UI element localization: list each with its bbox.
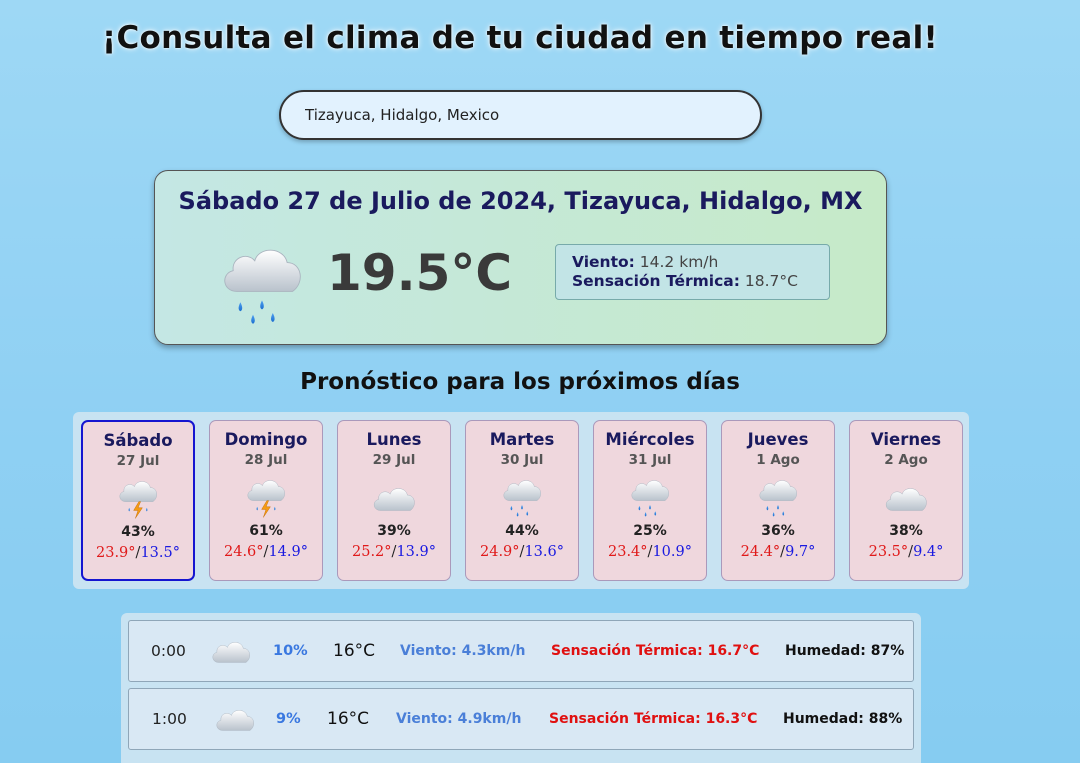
forecast-day-precip: 36%	[761, 523, 795, 539]
hour-humidity: Humedad: 87%	[785, 643, 905, 659]
cloud-icon	[209, 636, 253, 666]
rain-cloud-icon	[217, 241, 307, 331]
forecast-day-temps: 23.5°/9.4°	[868, 544, 944, 560]
rain-cloud-icon	[626, 476, 674, 520]
forecast-day-precip: 43%	[121, 524, 155, 540]
forecast-day-precip: 61%	[249, 523, 283, 539]
hourly-row: 0:00 10% 16°C Viento: 4.3km/h Sensación Térm…	[128, 620, 914, 682]
forecast-day-temps: 23.4°/10.9°	[608, 544, 692, 560]
forecast-day-max: 24.6°	[224, 544, 264, 560]
forecast-day-temps: 24.4°/9.7°	[740, 544, 816, 560]
forecast-day-date: 2 Ago	[884, 452, 928, 468]
forecast-day-precip: 39%	[377, 523, 411, 539]
wind-value: 14.2 km/h	[639, 253, 719, 271]
forecast-day-card[interactable]: Sábado 27 Jul 43% 23.9°/13.5°	[81, 420, 195, 581]
forecast-day-precip: 38%	[889, 523, 923, 539]
feels-like-label: Sensación Térmica:	[572, 272, 740, 290]
forecast-day-precip: 44%	[505, 523, 539, 539]
forecast-day-card[interactable]: Lunes 29 Jul 39% 25.2°/13.9°	[337, 420, 451, 581]
forecast-day-card[interactable]: Martes 30 Jul 44% 24.9°/13.6°	[465, 420, 579, 581]
forecast-day-max: 24.4°	[740, 544, 781, 560]
rain-cloud-icon	[754, 476, 802, 520]
current-weather-card: Sábado 27 de Julio de 2024, Tizayuca, Hi…	[154, 170, 887, 345]
hour-time: 1:00	[152, 710, 187, 728]
forecast-day-min: 9.7°	[785, 544, 816, 560]
forecast-day-max: 23.9°	[96, 545, 136, 561]
forecast-day-precip: 25%	[633, 523, 667, 539]
forecast-day-date: 1 Ago	[756, 452, 800, 468]
forecast-day-card[interactable]: Viernes 2 Ago 38% 23.5°/9.4°	[849, 420, 963, 581]
forecast-day-name: Jueves	[747, 430, 809, 449]
hour-time: 0:00	[151, 642, 186, 660]
hour-temperature: 16°C	[327, 709, 370, 729]
forecast-day-max: 25.2°	[352, 544, 392, 560]
forecast-day-name: Viernes	[870, 430, 942, 449]
forecast-day-temps: 25.2°/13.9°	[352, 544, 436, 560]
forecast-day-date: 27 Jul	[116, 453, 160, 469]
forecast-day-temps: 24.6°/14.9°	[224, 544, 308, 560]
feels-like-value: 18.7°C	[744, 272, 798, 290]
rain-cloud-icon	[498, 476, 546, 520]
cloud-icon	[213, 704, 257, 734]
forecast-day-max: 23.4°	[608, 544, 648, 560]
forecast-day-name: Lunes	[366, 430, 422, 449]
page-title: ¡Consulta el clima de tu ciudad en tiemp…	[102, 20, 938, 56]
forecast-day-min: 13.6°	[524, 544, 564, 560]
hour-precip: 10%	[273, 643, 308, 659]
hour-wind: Viento: 4.9km/h	[396, 711, 522, 727]
hour-feels-like: Sensación Térmica: 16.3°C	[549, 711, 758, 727]
forecast-day-min: 13.5°	[140, 545, 180, 561]
cloud-icon	[882, 476, 930, 520]
forecast-day-min: 9.4°	[913, 544, 944, 560]
city-search-input[interactable]	[279, 90, 762, 140]
hour-humidity: Humedad: 88%	[783, 711, 903, 727]
forecast-day-min: 13.9°	[396, 544, 436, 560]
forecast-day-date: 28 Jul	[244, 452, 288, 468]
forecast-day-temps: 23.9°/13.5°	[96, 545, 180, 561]
forecast-day-card[interactable]: Miércoles 31 Jul 25% 23.4°/10.9°	[593, 420, 707, 581]
forecast-day-name: Martes	[489, 430, 555, 449]
wind-label: Viento:	[572, 253, 635, 271]
forecast-panel: Sábado 27 Jul 43% 23.9°/13.5° Domingo 28 Jul 6…	[73, 412, 969, 589]
forecast-day-card[interactable]: Domingo 28 Jul 61% 24.6°/14.9°	[209, 420, 323, 581]
forecast-day-min: 10.9°	[652, 544, 692, 560]
current-date-location: Sábado 27 de Julio de 2024, Tizayuca, Hi…	[178, 187, 863, 215]
forecast-day-date: 29 Jul	[372, 452, 416, 468]
hour-temperature: 16°C	[333, 641, 376, 661]
forecast-day-min: 14.9°	[268, 544, 308, 560]
hourly-panel: 0:00 10% 16°C Viento: 4.3km/h Sensación Térm…	[121, 613, 921, 763]
forecast-day-date: 31 Jul	[628, 452, 672, 468]
forecast-title: Pronóstico para los próximos días	[300, 369, 740, 395]
forecast-day-temps: 24.9°/13.6°	[480, 544, 564, 560]
forecast-day-name: Miércoles	[605, 430, 695, 449]
forecast-day-card[interactable]: Jueves 1 Ago 36% 24.4°/9.7°	[721, 420, 835, 581]
hour-wind: Viento: 4.3km/h	[400, 643, 526, 659]
thunderstorm-icon	[114, 477, 162, 521]
hour-feels-like: Sensación Térmica: 16.7°C	[551, 643, 760, 659]
forecast-day-date: 30 Jul	[500, 452, 544, 468]
thunderstorm-icon	[242, 476, 290, 520]
current-temperature: 19.5°C	[327, 244, 513, 302]
forecast-day-max: 24.9°	[480, 544, 520, 560]
forecast-day-name: Domingo	[224, 430, 308, 449]
forecast-day-max: 23.5°	[868, 544, 909, 560]
cloud-icon	[370, 476, 418, 520]
hour-precip: 9%	[276, 711, 301, 727]
wind-info-box: Viento: 14.2 km/h Sensación Térmica: 18.…	[555, 244, 830, 300]
hourly-row: 1:00 9% 16°C Viento: 4.9km/h Sensación Térmi…	[128, 688, 914, 750]
forecast-day-name: Sábado	[103, 431, 173, 450]
